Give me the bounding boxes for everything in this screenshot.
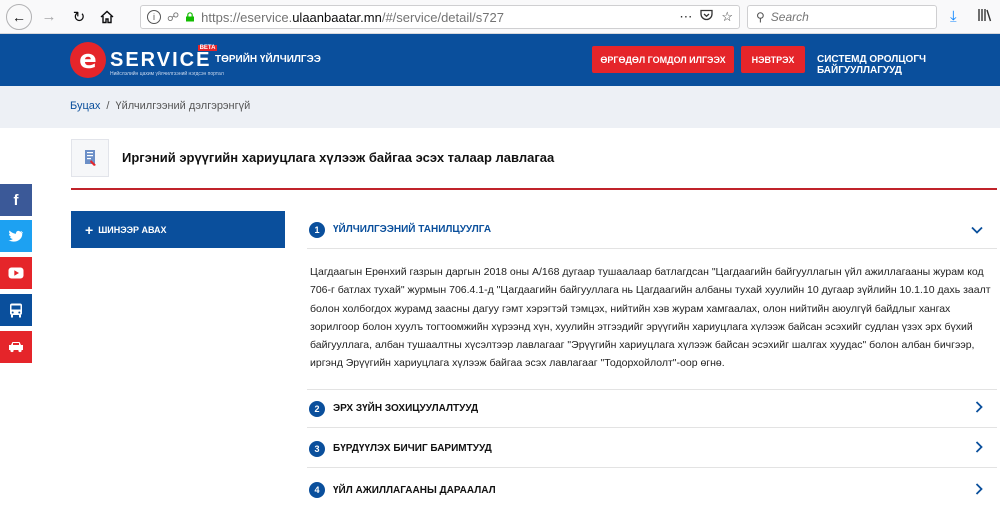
reload-icon[interactable]: ↻ [66, 4, 92, 30]
section-legal-header[interactable]: 2 ЭРХ ЗҮЙН ЗОХИЦУУЛАЛТУУД [307, 390, 997, 428]
logo-e-mark: e [70, 42, 106, 78]
section-documents: 3 БҮРДҮҮЛЭХ БИЧИГ БАРИМТУУД [307, 430, 997, 468]
section-intro-header[interactable]: 1 ҮЙЛЧИЛГЭЭНИЙ ТАНИЛЦУУЛГА [307, 211, 997, 249]
chevron-right-icon[interactable] [975, 441, 983, 456]
forward-arrow-icon[interactable]: → [36, 4, 62, 30]
url-text[interactable]: https://eservice.ulaanbaatar.mn/#/servic… [201, 10, 504, 25]
section-process-header[interactable]: 4 ҮЙЛ АЖИЛЛАГААНЫ ДАРААЛАЛ [307, 471, 997, 509]
download-icon[interactable]: ⤓ [950, 8, 957, 25]
beta-badge: BETA [197, 44, 218, 51]
youtube-icon[interactable] [0, 257, 32, 289]
chevron-right-icon[interactable] [975, 401, 983, 416]
page-title: Иргэний эрүүгийн хариуцлага хүлээж байга… [122, 150, 555, 165]
breadcrumb-bar: Буцах / Үйлчилгээний дэлгэрэнгүй [0, 86, 1000, 128]
section-title: ҮЙЛ АЖИЛЛАГААНЫ ДАРААЛАЛ [333, 484, 496, 496]
section-intro-body: Цагдаагын Ерөнхий газрын даргын 2018 оны… [310, 266, 991, 370]
bus-icon[interactable] [0, 294, 32, 326]
breadcrumb-back-link[interactable]: Буцах [70, 100, 100, 112]
section-documents-header[interactable]: 3 БҮРДҮҮЛЭХ БИЧИГ БАРИМТУУД [307, 430, 997, 468]
pocket-icon[interactable] [700, 9, 713, 25]
search-box[interactable]: ⚲ [747, 5, 937, 29]
address-bar[interactable]: i ☍ https://eservice.ulaanbaatar.mn/#/se… [140, 5, 740, 29]
browser-toolbar: ← → ↻ i ☍ https://eservice.ulaanbaatar.m… [0, 0, 1000, 34]
service-document-icon [71, 139, 109, 177]
section-legal: 2 ЭРХ ЗҮЙН ЗОХИЦУУЛАЛТУУД [307, 389, 997, 428]
breadcrumb: Буцах / Үйлчилгээний дэлгэрэнгүй [70, 100, 250, 112]
search-icon: ⚲ [756, 10, 765, 24]
plus-icon: + [85, 221, 94, 238]
section-number-badge: 4 [309, 482, 325, 498]
facebook-icon[interactable]: f [0, 184, 32, 216]
login-button[interactable]: НЭВТРЭХ [741, 46, 805, 73]
page-actions-icon[interactable]: ⋯ [679, 9, 692, 25]
info-icon[interactable]: i [147, 10, 161, 24]
site-header: e SERVICE BETA Нийслэлийн цахим үйлчилгээ… [0, 34, 1000, 86]
breadcrumb-current: Үйлчилгээний дэлгэрэнгүй [115, 100, 251, 112]
library-icon[interactable] [977, 8, 993, 25]
section-title: БҮРДҮҮЛЭХ БИЧИГ БАРИМТУУД [333, 443, 492, 454]
title-divider [71, 188, 997, 190]
breadcrumb-separator: / [106, 100, 110, 112]
nav-participating-orgs[interactable]: СИСТЕМД ОРОЛЦОГЧ БАЙГУУЛЛАГУУД [817, 54, 1000, 76]
bookmark-star-icon[interactable]: ☆ [721, 9, 733, 25]
section-process: 4 ҮЙЛ АЖИЛЛАГААНЫ ДАРААЛАЛ [307, 471, 997, 509]
permissions-icon[interactable]: ☍ [167, 10, 179, 24]
request-service-button[interactable]: + ШИНЭЭР АВАХ [71, 211, 285, 248]
section-number-badge: 1 [309, 221, 325, 238]
section-title: ҮЙЛЧИЛГЭЭНИЙ ТАНИЛЦУУЛГА [333, 224, 492, 235]
home-icon[interactable] [94, 4, 120, 30]
logo-tagline: Нийслэлийн цахим үйлчилгээний нэгдсэн по… [110, 71, 224, 77]
car-icon[interactable] [0, 331, 32, 363]
nav-public-services[interactable]: ТӨРИЙН ҮЙЛЧИЛГЭЭ [215, 54, 321, 65]
send-complaint-button[interactable]: ӨРГӨДӨЛ ГОМДОЛ ИЛГЭЭХ [592, 46, 734, 73]
section-number-badge: 2 [309, 400, 325, 417]
search-input[interactable] [770, 10, 921, 24]
lock-icon [186, 12, 195, 22]
twitter-icon[interactable] [0, 220, 32, 252]
eservice-logo[interactable]: e SERVICE BETA Нийслэлийн цахим үйлчилгээ… [70, 42, 224, 78]
chevron-right-icon[interactable] [975, 482, 983, 498]
section-intro: 1 ҮЙЛЧИЛГЭЭНИЙ ТАНИЛЦУУЛГА [307, 211, 997, 249]
section-title: ЭРХ ЗҮЙН ЗОХИЦУУЛАЛТУУД [333, 403, 479, 414]
request-service-label: ШИНЭЭР АВАХ [98, 224, 167, 235]
section-number-badge: 3 [309, 440, 325, 457]
back-arrow-icon[interactable]: ← [6, 3, 32, 30]
chevron-down-icon[interactable] [971, 222, 983, 237]
logo-wordmark: SERVICE BETA [110, 44, 218, 71]
